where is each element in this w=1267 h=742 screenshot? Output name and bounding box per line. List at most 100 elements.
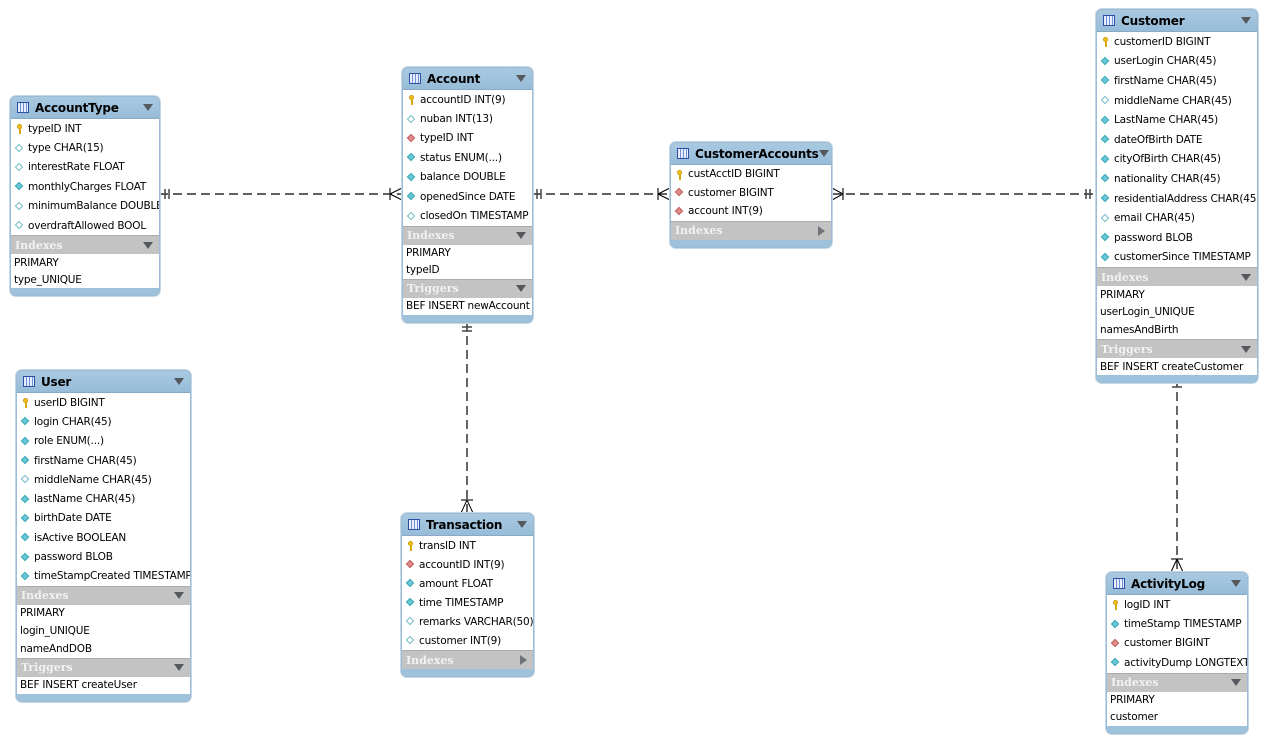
index-row[interactable]: PRIMARY	[1097, 286, 1257, 303]
relationship-account-transaction[interactable]	[460, 322, 474, 514]
table-activitylog[interactable]: ActivityLog logID INT timeStamp TIMESTAM…	[1106, 572, 1248, 734]
column-row[interactable]: email CHAR(45)	[1097, 208, 1257, 228]
relationship-customer-activitylog[interactable]	[1170, 378, 1184, 573]
table-customeraccounts[interactable]: CustomerAccounts custAcctID BIGINT custo…	[670, 142, 832, 248]
collapse-arrow-icon[interactable]	[517, 521, 527, 528]
trigger-row[interactable]: BEF INSERT newAccount	[403, 298, 532, 315]
column-row[interactable]: typeID INT	[11, 119, 159, 138]
column-row[interactable]: lastName CHAR(45)	[17, 489, 190, 508]
column-row[interactable]: userLogin CHAR(45)	[1097, 52, 1257, 72]
column-row[interactable]: overdraftAllowed BOOL	[11, 216, 159, 235]
table-header[interactable]: Customer	[1097, 10, 1257, 31]
index-row[interactable]: PRIMARY	[1107, 692, 1247, 709]
column-row[interactable]: status ENUM(...)	[403, 148, 532, 167]
collapse-arrow-icon[interactable]	[1231, 580, 1241, 587]
indexes-section-header[interactable]: Indexes	[1097, 267, 1257, 287]
expand-arrow-icon[interactable]	[520, 655, 527, 665]
index-row[interactable]: nameAndDOB	[17, 640, 190, 658]
column-row[interactable]: logID INT	[1107, 595, 1247, 614]
collapse-arrow-icon[interactable]	[143, 241, 153, 249]
collapse-arrow-icon[interactable]	[818, 150, 829, 157]
column-row[interactable]: nuban INT(13)	[403, 109, 532, 128]
index-row[interactable]: typeID	[403, 262, 532, 279]
column-row[interactable]: role ENUM(...)	[17, 432, 190, 451]
column-row[interactable]: firstName CHAR(45)	[17, 451, 190, 470]
collapse-arrow-icon[interactable]	[516, 75, 526, 82]
column-row[interactable]: accountID INT(9)	[403, 90, 532, 109]
indexes-section-header[interactable]: Indexes	[403, 225, 532, 245]
index-row[interactable]: PRIMARY	[403, 245, 532, 262]
indexes-section-header[interactable]: Indexes	[1107, 672, 1247, 692]
indexes-section-header[interactable]: Indexes	[671, 220, 831, 240]
column-row[interactable]: interestRate FLOAT	[11, 158, 159, 177]
column-row[interactable]: amount FLOAT	[402, 574, 533, 593]
table-transaction[interactable]: Transaction transID INT accountID INT(9)…	[401, 513, 534, 677]
table-header[interactable]: CustomerAccounts	[671, 143, 831, 164]
collapse-arrow-icon[interactable]	[174, 378, 184, 385]
collapse-arrow-icon[interactable]	[1241, 345, 1251, 353]
collapse-arrow-icon[interactable]	[516, 285, 526, 293]
indexes-section-header[interactable]: Indexes	[402, 650, 533, 669]
column-row[interactable]: middleName CHAR(45)	[1097, 91, 1257, 111]
column-row[interactable]: typeID INT	[403, 129, 532, 148]
column-row[interactable]: time TIMESTAMP	[402, 593, 533, 612]
indexes-section-header[interactable]: Indexes	[17, 585, 190, 605]
column-row[interactable]: nationality CHAR(45)	[1097, 169, 1257, 189]
column-row[interactable]: openedSince DATE	[403, 187, 532, 206]
column-row[interactable]: userID BIGINT	[17, 393, 190, 412]
relationship-accounttype-account[interactable]	[159, 187, 403, 201]
column-row[interactable]: type CHAR(15)	[11, 138, 159, 157]
table-customer[interactable]: Customer customerID BIGINT userLogin CHA…	[1096, 9, 1258, 384]
index-row[interactable]: userLogin_UNIQUE	[1097, 303, 1257, 321]
column-row[interactable]: timeStamp TIMESTAMP	[1107, 614, 1247, 633]
diagram-canvas[interactable]: AccountType typeID INT type CHAR(15) int…	[0, 0, 1267, 742]
table-accounttype[interactable]: AccountType typeID INT type CHAR(15) int…	[10, 96, 160, 297]
index-row[interactable]: login_UNIQUE	[17, 622, 190, 640]
column-row[interactable]: customerID BIGINT	[1097, 32, 1257, 52]
index-row[interactable]: customer	[1107, 709, 1247, 726]
triggers-section-header[interactable]: Triggers	[1097, 339, 1257, 359]
collapse-arrow-icon[interactable]	[143, 104, 153, 111]
table-user[interactable]: User userID BIGINT login CHAR(45) role E…	[16, 370, 191, 702]
column-row[interactable]: customerSince TIMESTAMP	[1097, 248, 1257, 268]
column-row[interactable]: remarks VARCHAR(50)	[402, 612, 533, 631]
indexes-section-header[interactable]: Indexes	[11, 235, 159, 255]
relationship-customer-customeraccounts[interactable]	[831, 187, 1096, 201]
column-row[interactable]: account INT(9)	[671, 202, 831, 221]
table-account[interactable]: Account accountID INT(9) nuban INT(13) t…	[402, 67, 533, 323]
column-row[interactable]: minimumBalance DOUBLE	[11, 197, 159, 216]
expand-arrow-icon[interactable]	[818, 225, 825, 236]
trigger-row[interactable]: BEF INSERT createUser	[17, 677, 190, 694]
column-row[interactable]: dateOfBirth DATE	[1097, 130, 1257, 150]
column-row[interactable]: isActive BOOLEAN	[17, 528, 190, 547]
column-row[interactable]: password BLOB	[17, 547, 190, 566]
collapse-arrow-icon[interactable]	[516, 232, 526, 240]
column-row[interactable]: accountID INT(9)	[402, 555, 533, 574]
index-row[interactable]: PRIMARY	[17, 605, 190, 622]
column-row[interactable]: login CHAR(45)	[17, 412, 190, 431]
triggers-section-header[interactable]: Triggers	[403, 278, 532, 298]
column-row[interactable]: password BLOB	[1097, 228, 1257, 248]
column-row[interactable]: monthlyCharges FLOAT	[11, 177, 159, 196]
table-header[interactable]: Transaction	[402, 514, 533, 535]
column-row[interactable]: balance DOUBLE	[403, 168, 532, 187]
column-row[interactable]: activityDump LONGTEXT	[1107, 653, 1247, 672]
table-header[interactable]: AccountType	[11, 97, 159, 118]
column-row[interactable]: customer BIGINT	[1107, 634, 1247, 653]
collapse-arrow-icon[interactable]	[1231, 679, 1241, 687]
collapse-arrow-icon[interactable]	[1241, 273, 1251, 281]
column-row[interactable]: customer INT(9)	[402, 631, 533, 650]
column-row[interactable]: custAcctID BIGINT	[671, 165, 831, 184]
column-row[interactable]: transID INT	[402, 536, 533, 555]
index-row[interactable]: namesAndBirth	[1097, 321, 1257, 339]
column-row[interactable]: birthDate DATE	[17, 509, 190, 528]
triggers-section-header[interactable]: Triggers	[17, 657, 190, 677]
index-row[interactable]: PRIMARY	[11, 254, 159, 271]
column-row[interactable]: customer BIGINT	[671, 184, 831, 203]
collapse-arrow-icon[interactable]	[174, 592, 184, 600]
column-row[interactable]: LastName CHAR(45)	[1097, 110, 1257, 130]
column-row[interactable]: timeStampCreated TIMESTAMP	[17, 567, 190, 586]
column-row[interactable]: cityOfBirth CHAR(45)	[1097, 150, 1257, 170]
column-row[interactable]: closedOn TIMESTAMP	[403, 206, 532, 225]
trigger-row[interactable]: BEF INSERT createCustomer	[1097, 358, 1257, 375]
